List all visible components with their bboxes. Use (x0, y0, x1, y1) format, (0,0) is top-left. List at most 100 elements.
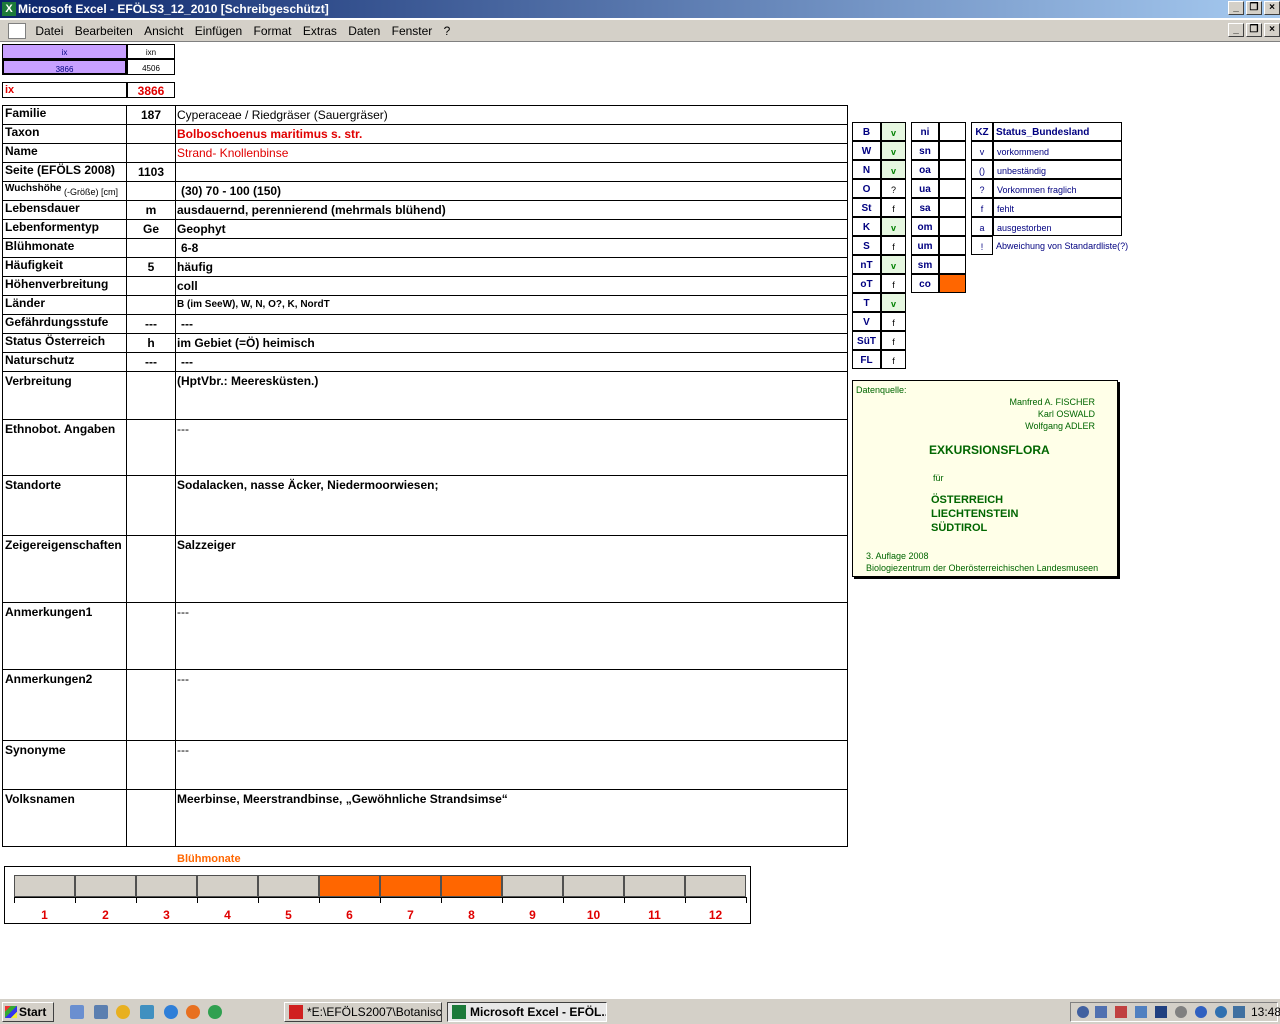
row-label[interactable]: Familie (2, 106, 124, 120)
row-value[interactable]: --- (177, 605, 845, 619)
state-code-cell[interactable]: FL (852, 350, 881, 369)
state-code-cell[interactable]: K (852, 217, 881, 236)
row-label[interactable]: Volksnamen (2, 792, 124, 806)
row-label[interactable]: Synonyme (2, 743, 124, 757)
row-code[interactable]: --- (127, 355, 175, 369)
row-value[interactable]: (HptVbr.: Meeresküsten.) (177, 374, 845, 388)
state-status-cell[interactable]: f (881, 312, 906, 331)
altitude-code-cell[interactable]: sm (911, 255, 939, 274)
workbook-restore-icon[interactable]: ❐ (1246, 23, 1262, 37)
state-code-cell[interactable]: S (852, 236, 881, 255)
row-label[interactable]: Häufigkeit (2, 258, 124, 272)
workbook-close-icon[interactable]: × (1264, 23, 1280, 37)
row-value[interactable]: Sodalacken, nasse Äcker, Niedermoorwiese… (177, 478, 845, 492)
row-label[interactable]: Taxon (2, 125, 124, 139)
menu-bearbeiten[interactable]: Bearbeiten (75, 20, 133, 42)
row-code[interactable]: h (127, 336, 175, 350)
taskbar-task-excel[interactable]: Microsoft Excel - EFÖL... (447, 1002, 607, 1022)
altitude-value-cell[interactable] (939, 179, 966, 198)
network-icon[interactable] (1095, 1006, 1107, 1018)
state-status-cell[interactable]: f (881, 198, 906, 217)
altitude-code-cell[interactable]: ni (911, 122, 939, 141)
update-icon[interactable] (1175, 1006, 1187, 1018)
minimize-icon[interactable]: _ (1228, 1, 1244, 15)
restore-icon[interactable]: ❐ (1246, 1, 1262, 15)
row-value[interactable]: 6-8 (181, 241, 849, 255)
row-value[interactable]: Geophyt (177, 222, 845, 236)
menu-einfuegen[interactable]: Einfügen (195, 20, 242, 42)
workbook-minimize-icon[interactable]: _ (1228, 23, 1244, 37)
start-button[interactable]: Start (2, 1002, 54, 1022)
quicklaunch-firefox-icon[interactable] (186, 1005, 200, 1019)
altitude-code-cell[interactable]: um (911, 236, 939, 255)
state-status-cell[interactable]: v (881, 141, 906, 160)
state-status-cell[interactable]: ? (881, 179, 906, 198)
row-label[interactable]: Blühmonate (2, 239, 124, 253)
row-label[interactable]: Status Österreich (2, 334, 124, 348)
altitude-value-cell[interactable] (939, 274, 966, 293)
row-code[interactable]: Ge (127, 222, 175, 236)
menu-fenster[interactable]: Fenster (392, 20, 433, 42)
ix-value-cell[interactable]: 3866 (2, 59, 127, 75)
quicklaunch-media-icon[interactable] (116, 1005, 130, 1019)
row-label[interactable]: Lebensdauer (2, 201, 124, 215)
info-icon[interactable] (1195, 1006, 1207, 1018)
workbook-icon[interactable] (8, 23, 26, 39)
state-code-cell[interactable]: B (852, 122, 881, 141)
shield-icon[interactable] (1155, 1006, 1167, 1018)
quicklaunch-chrome-icon[interactable] (208, 1005, 222, 1019)
state-status-cell[interactable]: f (881, 236, 906, 255)
altitude-code-cell[interactable]: ua (911, 179, 939, 198)
ix-header-cell[interactable]: ix (2, 44, 127, 59)
menu-format[interactable]: Format (254, 20, 292, 42)
row-label[interactable]: Höhenverbreitung (2, 277, 124, 291)
row-value[interactable]: B (im SeeW), W, N, O?, K, NordT (177, 298, 845, 312)
menu-ansicht[interactable]: Ansicht (144, 20, 183, 42)
row-label[interactable]: Anmerkungen1 (2, 605, 124, 619)
row-value[interactable]: ausdauernd, perennierend (mehrmals blühe… (177, 203, 845, 217)
altitude-value-cell[interactable] (939, 217, 966, 236)
row-label[interactable]: Verbreitung (2, 374, 124, 388)
row-value[interactable]: --- (177, 422, 845, 436)
altitude-value-cell[interactable] (939, 236, 966, 255)
state-status-cell[interactable]: v (881, 255, 906, 274)
row-value[interactable]: Bolboschoenus maritimus s. str. (177, 127, 845, 141)
quicklaunch-network-icon[interactable] (140, 1005, 154, 1019)
row-code[interactable]: m (127, 203, 175, 217)
row-value[interactable]: --- (177, 743, 845, 757)
row-label[interactable]: Länder (2, 296, 124, 310)
safely-remove-icon[interactable] (1233, 1006, 1245, 1018)
state-status-cell[interactable]: v (881, 217, 906, 236)
bluetooth-icon[interactable] (1215, 1006, 1227, 1018)
row-value[interactable]: Meerbinse, Meerstrandbinse, „Gewöhnliche… (177, 792, 845, 806)
state-code-cell[interactable]: oT (852, 274, 881, 293)
state-code-cell[interactable]: SüT (852, 331, 881, 350)
row-label[interactable]: Lebenformentyp (2, 220, 124, 234)
altitude-code-cell[interactable]: oa (911, 160, 939, 179)
menu-datei[interactable]: Datei (35, 20, 63, 42)
altitude-value-cell[interactable] (939, 122, 966, 141)
row-value[interactable]: coll (177, 279, 845, 293)
state-status-cell[interactable]: f (881, 274, 906, 293)
clock[interactable]: 13:48 (1251, 1003, 1280, 1021)
row-value[interactable]: häufig (177, 260, 845, 274)
taskbar-task-botanik[interactable]: *E:\EFÖLS2007\Botanisc... (284, 1002, 442, 1022)
state-code-cell[interactable]: O (852, 179, 881, 198)
menu-extras[interactable]: Extras (303, 20, 337, 42)
state-code-cell[interactable]: T (852, 293, 881, 312)
row-label[interactable]: Anmerkungen2 (2, 672, 124, 686)
altitude-code-cell[interactable]: co (911, 274, 939, 293)
altitude-value-cell[interactable] (939, 160, 966, 179)
quicklaunch-desktop-icon[interactable] (94, 1005, 108, 1019)
row-code[interactable]: --- (127, 317, 175, 331)
row-value[interactable]: --- (177, 672, 845, 686)
search-icon[interactable] (1077, 1006, 1089, 1018)
altitude-code-cell[interactable]: sa (911, 198, 939, 217)
altitude-value-cell[interactable] (939, 255, 966, 274)
row-label[interactable]: Ethnobot. Angaben (2, 422, 124, 436)
ixn-value-cell[interactable]: 4506 (127, 59, 175, 75)
row-value[interactable]: Cyperaceae / Riedgräser (Sauergräser) (177, 108, 845, 122)
volume-icon[interactable] (1115, 1006, 1127, 1018)
state-status-cell[interactable]: v (881, 293, 906, 312)
row-code[interactable]: 187 (127, 108, 175, 122)
